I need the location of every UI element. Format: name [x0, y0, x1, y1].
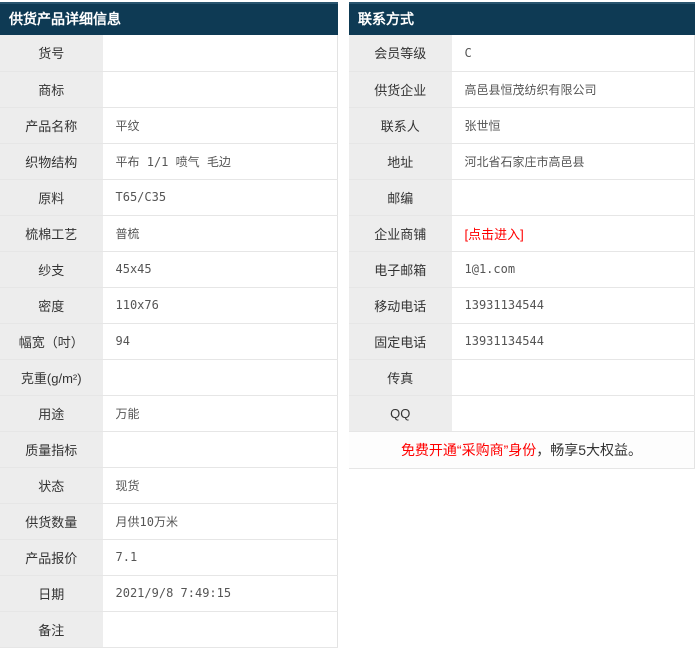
row-label: 企业商铺 [349, 215, 452, 251]
row-value [103, 35, 338, 71]
table-row: 地址 河北省石家庄市高邑县 [349, 143, 695, 179]
table-row: 用途 万能 [0, 395, 338, 431]
promo-link[interactable]: 免费开通“采购商”身份 [401, 442, 536, 458]
row-label: 克重(g/m²) [0, 359, 103, 395]
row-label: 商标 [0, 71, 103, 107]
row-value: 万能 [103, 395, 338, 431]
row-label: 纱支 [0, 251, 103, 287]
row-label: 固定电话 [349, 323, 452, 359]
row-label: QQ [349, 395, 452, 431]
table-row: 邮编 [349, 179, 695, 215]
table-row: 产品名称 平纹 [0, 107, 338, 143]
page-content: 供货产品详细信息 货号 商标 产品名称 平纹 织物结构 平布 1/1 喷气 毛边 [0, 0, 697, 648]
row-label: 移动电话 [349, 287, 452, 323]
contact-table: 会员等级 C 供货企业 高邑县恒茂纺织有限公司 联系人 张世恒 地址 河北省石家… [349, 35, 695, 469]
row-label: 货号 [0, 35, 103, 71]
shop-cell: [点击进入] [452, 215, 695, 251]
row-label: 织物结构 [0, 143, 103, 179]
row-value: 现货 [103, 467, 338, 503]
promo-footer-cell: 免费开通“采购商”身份，畅享5大权益。 [349, 431, 695, 468]
row-value: 7.1 [103, 539, 338, 575]
mobile-phone-value: 13931134544 [452, 287, 695, 323]
row-label: 梳棉工艺 [0, 215, 103, 251]
row-value [103, 359, 338, 395]
fixed-phone-value: 13931134544 [452, 323, 695, 359]
row-value [103, 611, 338, 647]
table-row: 传真 [349, 359, 695, 395]
row-label: 密度 [0, 287, 103, 323]
table-row: 状态 现货 [0, 467, 338, 503]
row-value: 45x45 [103, 251, 338, 287]
row-label: 用途 [0, 395, 103, 431]
promo-text: ，畅享5大权益。 [536, 442, 642, 458]
table-row: 供货数量 月供10万米 [0, 503, 338, 539]
row-value: 2021/9/8 7:49:15 [103, 575, 338, 611]
email-value: 1@1.com [452, 251, 695, 287]
row-value: 94 [103, 323, 338, 359]
row-label: 产品名称 [0, 107, 103, 143]
table-row: 克重(g/m²) [0, 359, 338, 395]
enter-shop-link[interactable]: [点击进入] [465, 227, 524, 242]
qq-value [452, 395, 695, 431]
row-value: 110x76 [103, 287, 338, 323]
row-value: 平布 1/1 喷气 毛边 [103, 143, 338, 179]
table-row: 移动电话 13931134544 [349, 287, 695, 323]
row-value: 平纹 [103, 107, 338, 143]
table-row: 密度 110x76 [0, 287, 338, 323]
table-row: 质量指标 [0, 431, 338, 467]
row-label: 质量指标 [0, 431, 103, 467]
row-label: 供货数量 [0, 503, 103, 539]
postcode-value [452, 179, 695, 215]
row-value: T65/C35 [103, 179, 338, 215]
row-label: 日期 [0, 575, 103, 611]
row-value: 普梳 [103, 215, 338, 251]
row-label: 幅宽（吋） [0, 323, 103, 359]
table-row: 联系人 张世恒 [349, 107, 695, 143]
row-label: 备注 [0, 611, 103, 647]
product-detail-title: 供货产品详细信息 [0, 2, 338, 35]
contact-person-value: 张世恒 [452, 107, 695, 143]
address-value: 河北省石家庄市高邑县 [452, 143, 695, 179]
product-detail-panel: 供货产品详细信息 货号 商标 产品名称 平纹 织物结构 平布 1/1 喷气 毛边 [0, 2, 338, 648]
table-row: 产品报价 7.1 [0, 539, 338, 575]
row-label: 电子邮箱 [349, 251, 452, 287]
row-label: 会员等级 [349, 35, 452, 71]
table-row: 商标 [0, 71, 338, 107]
fax-value [452, 359, 695, 395]
row-label: 地址 [349, 143, 452, 179]
row-label: 产品报价 [0, 539, 103, 575]
table-row: 原料 T65/C35 [0, 179, 338, 215]
table-row: 会员等级 C [349, 35, 695, 71]
row-label: 状态 [0, 467, 103, 503]
row-label: 联系人 [349, 107, 452, 143]
row-value: 月供10万米 [103, 503, 338, 539]
table-row: 梳棉工艺 普梳 [0, 215, 338, 251]
table-row: 纱支 45x45 [0, 251, 338, 287]
table-row: 企业商铺 [点击进入] [349, 215, 695, 251]
row-value [103, 431, 338, 467]
product-detail-table: 货号 商标 产品名称 平纹 织物结构 平布 1/1 喷气 毛边 原料 T [0, 35, 338, 648]
contact-title: 联系方式 [349, 2, 695, 35]
table-row: 固定电话 13931134544 [349, 323, 695, 359]
member-level-value: C [452, 35, 695, 71]
table-row: 货号 [0, 35, 338, 71]
table-row: 电子邮箱 1@1.com [349, 251, 695, 287]
row-label: 原料 [0, 179, 103, 215]
row-label: 邮编 [349, 179, 452, 215]
contact-panel: 联系方式 会员等级 C 供货企业 高邑县恒茂纺织有限公司 联系人 张世恒 地址 … [349, 2, 695, 648]
table-row: QQ [349, 395, 695, 431]
promo-footer-row: 免费开通“采购商”身份，畅享5大权益。 [349, 431, 695, 468]
table-row: 供货企业 高邑县恒茂纺织有限公司 [349, 71, 695, 107]
row-label: 供货企业 [349, 71, 452, 107]
table-row: 织物结构 平布 1/1 喷气 毛边 [0, 143, 338, 179]
table-row: 幅宽（吋） 94 [0, 323, 338, 359]
row-value [103, 71, 338, 107]
row-label: 传真 [349, 359, 452, 395]
table-row: 备注 [0, 611, 338, 647]
table-row: 日期 2021/9/8 7:49:15 [0, 575, 338, 611]
company-name-value: 高邑县恒茂纺织有限公司 [452, 71, 695, 107]
